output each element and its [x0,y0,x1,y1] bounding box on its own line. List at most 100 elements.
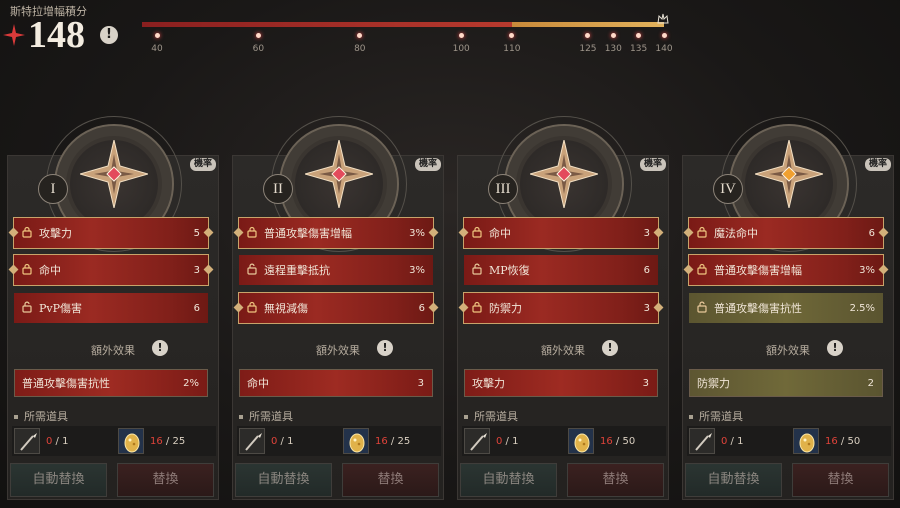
extra-effect-bar: 普通攻擊傷害抗性 2% [14,369,208,397]
unlock-icon[interactable] [689,301,714,316]
stat-option[interactable]: 遠程重擊抵抗 3% [239,255,433,285]
tick-label: 110 [503,44,521,54]
unlock-icon[interactable] [239,263,264,278]
extra-effect-label: 額外效果 [91,344,135,357]
tick-label: 40 [151,44,163,54]
spear-quantity: 0 / 1 [496,435,519,447]
stat-option[interactable]: 魔法命中 6 [683,217,889,249]
auto-swap-button[interactable]: 自動替換 [10,463,107,497]
auto-swap-button[interactable]: 自動替換 [460,463,557,497]
tier-numeral: I [38,174,68,204]
stat-option[interactable]: MP恢復 6 [464,255,658,285]
spear-icon[interactable] [689,428,715,454]
tick-dot [636,33,642,38]
extra-info-icon[interactable]: ! [377,340,393,356]
unlock-icon[interactable] [464,263,489,278]
stat-name: 無視減傷 [264,302,308,315]
probability-button[interactable]: 機率 [189,158,216,171]
swap-button[interactable]: 替換 [117,463,214,497]
stat-value: 3 [643,227,650,239]
spear-icon[interactable] [239,428,265,454]
tick-dot [661,33,667,38]
swap-button[interactable]: 替換 [342,463,439,497]
stat-option[interactable]: PvP傷害 6 [14,293,208,323]
required-items-row: 0 / 1 16 / 25 [12,426,216,456]
stat-name: 普通攻擊傷害增幅 [264,227,352,240]
stat-name: 遠程重擊抵抗 [264,264,330,277]
extra-effect-name: 防禦力 [697,377,730,390]
stat-option[interactable]: 攻擊力 5 [8,217,214,249]
swap-button[interactable]: 替換 [792,463,889,497]
gold-egg-icon[interactable] [343,428,369,454]
stat-value: 3 [193,264,200,276]
tick-label: 100 [452,44,470,54]
progress-tick: 140 [649,33,679,54]
tick-label: 140 [655,44,673,54]
stat-option[interactable]: 普通攻擊傷害增幅 3% [683,254,889,286]
stat-value: 5 [193,227,200,239]
auto-swap-button[interactable]: 自動替換 [685,463,782,497]
stat-name: 普通攻擊傷害抗性 [714,302,802,315]
stat-value: 6 [418,302,425,314]
gold-egg-icon[interactable] [568,428,594,454]
required-items-title: 所需道具 [689,408,743,424]
progress-tick: 80 [345,33,375,54]
stat-value: 6 [193,302,200,314]
extra-effect-name: 攻擊力 [472,377,505,390]
stella-star-emblem-icon [305,140,373,208]
stat-value: 3 [643,302,650,314]
stat-name: PvP傷害 [39,302,83,315]
spear-icon[interactable] [14,428,40,454]
egg-quantity: 16 / 25 [375,435,411,447]
unlock-icon[interactable] [14,301,39,316]
stat-option[interactable]: 普通攻擊傷害增幅 3% [233,217,439,249]
diamond-icon [878,264,889,275]
extra-effect-title: 額外效果! [8,340,218,358]
star-icon [3,24,25,46]
extra-effect-label: 額外效果 [766,344,810,357]
score-info-icon[interactable]: ! [100,26,118,44]
diamond-icon [428,227,439,238]
stat-option[interactable]: 普通攻擊傷害抗性 2.5% [689,293,883,323]
probability-button[interactable]: 機率 [864,158,891,171]
stat-name: MP恢復 [489,264,530,277]
extra-effect-title: 額外效果! [683,340,893,358]
stat-name: 防禦力 [489,302,522,315]
extra-effect-name: 普通攻擊傷害抗性 [22,377,110,390]
swap-button[interactable]: 替換 [567,463,664,497]
progress-tick: 40 [142,33,172,54]
gold-egg-icon[interactable] [793,428,819,454]
stat-option[interactable]: 命中 3 [8,254,214,286]
required-items-title: 所需道具 [239,408,293,424]
spear-icon[interactable] [464,428,490,454]
stella-panel-4: IV 機率 魔法命中 6 普通攻擊傷害增幅 3% 普通攻擊傷害抗性 2.5% 額外效果! 防禦力 2… [682,116,894,500]
probability-button[interactable]: 機率 [414,158,441,171]
probability-button[interactable]: 機率 [639,158,666,171]
tier-numeral: III [488,174,518,204]
stat-value: 2.5% [849,302,875,314]
stella-star-emblem-icon [80,140,148,208]
stat-option[interactable]: 無視減傷 6 [233,292,439,324]
stat-name: 攻擊力 [39,227,72,240]
stat-option[interactable]: 命中 3 [458,217,664,249]
required-items-row: 0 / 1 16 / 50 [687,426,891,456]
diamond-icon [203,264,214,275]
stella-panel-1: I 機率攻擊力 5 命中 3 PvP傷害 6 額外效果! 普通攻擊傷害抗性 2% 所需道具 0 / 1… [7,116,219,500]
spear-quantity: 0 / 1 [721,435,744,447]
stella-star-emblem-icon [530,140,598,208]
stat-name: 魔法命中 [714,227,758,240]
egg-quantity: 16 / 50 [825,435,861,447]
extra-effect-label: 額外效果 [316,344,360,357]
stat-option[interactable]: 防禦力 3 [458,292,664,324]
extra-info-icon[interactable]: ! [602,340,618,356]
gold-egg-icon[interactable] [118,428,144,454]
egg-quantity: 16 / 50 [600,435,636,447]
progress-tick: 100 [446,33,476,54]
tick-dot [458,33,464,38]
extra-info-icon[interactable]: ! [152,340,168,356]
extra-effect-label: 額外效果 [541,344,585,357]
auto-swap-button[interactable]: 自動替換 [235,463,332,497]
progress-tick: 60 [243,33,273,54]
extra-info-icon[interactable]: ! [827,340,843,356]
required-items-title: 所需道具 [14,408,68,424]
